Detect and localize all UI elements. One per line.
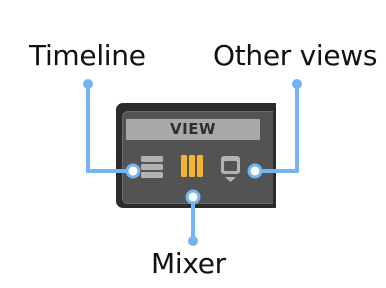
timeline-view-button[interactable] xyxy=(139,153,165,183)
mixer-view-button[interactable] xyxy=(179,153,205,183)
view-panel-header: VIEW xyxy=(126,119,260,140)
other-views-button[interactable] xyxy=(218,153,244,183)
other-views-icon xyxy=(221,156,240,174)
chevron-down-icon xyxy=(225,177,236,182)
timeline-callout-label: Timeline xyxy=(29,39,146,72)
other-views-callout-label: Other views xyxy=(213,39,378,72)
timeline-icon xyxy=(141,156,163,178)
mixer-icon xyxy=(181,155,203,177)
mixer-callout-label: Mixer xyxy=(151,247,226,280)
